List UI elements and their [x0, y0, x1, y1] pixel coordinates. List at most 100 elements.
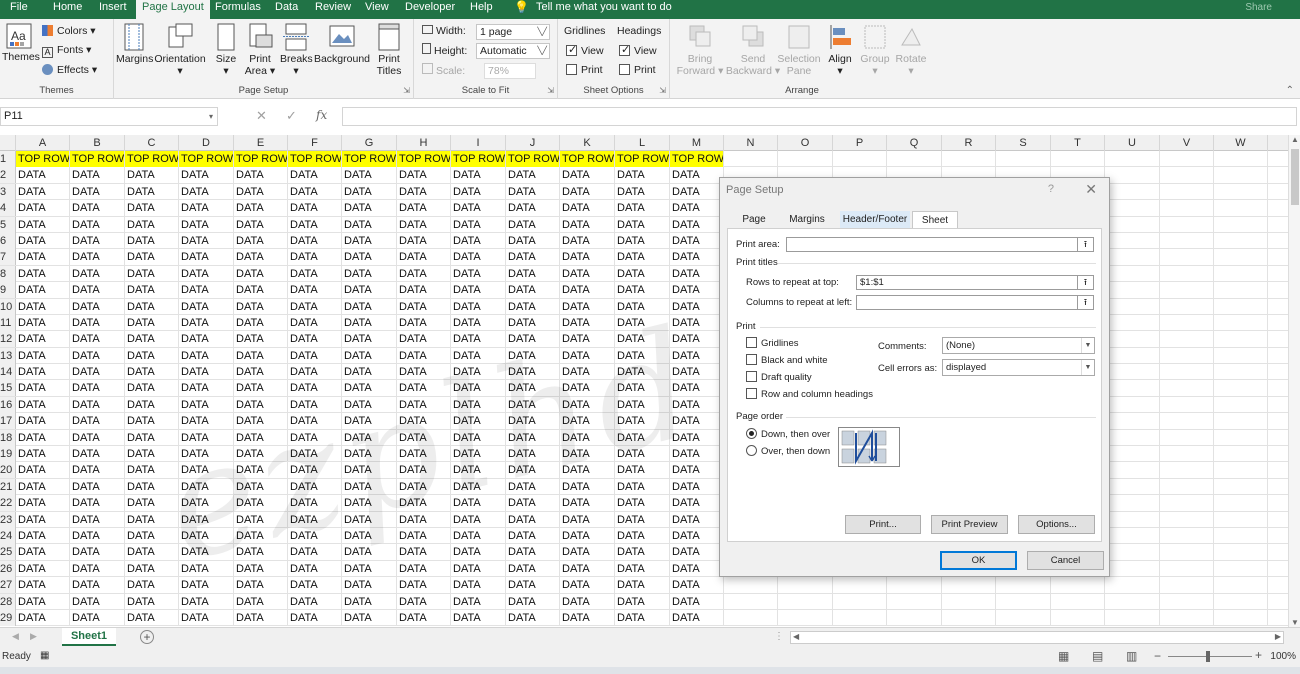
- cell[interactable]: [1214, 478, 1268, 495]
- cell[interactable]: [1160, 593, 1214, 610]
- cell[interactable]: DATA: [506, 216, 560, 233]
- cell[interactable]: DATA: [179, 183, 234, 200]
- cell[interactable]: DATA: [560, 511, 615, 528]
- cell[interactable]: DATA: [506, 200, 560, 217]
- cell[interactable]: DATA: [16, 265, 70, 282]
- cell[interactable]: DATA: [16, 511, 70, 528]
- column-header-l[interactable]: L: [615, 135, 670, 151]
- cell[interactable]: DATA: [451, 265, 506, 282]
- cell[interactable]: DATA: [560, 183, 615, 200]
- cell[interactable]: DATA: [16, 462, 70, 479]
- cell[interactable]: DATA: [615, 429, 670, 446]
- cell[interactable]: DATA: [16, 593, 70, 610]
- cell[interactable]: DATA: [506, 429, 560, 446]
- cell[interactable]: DATA: [670, 413, 724, 430]
- cell[interactable]: DATA: [670, 364, 724, 381]
- cell[interactable]: TOP ROW: [342, 151, 397, 167]
- fonts-button[interactable]: A Fonts ▾: [42, 43, 91, 58]
- cell[interactable]: DATA: [342, 527, 397, 544]
- tab-formulas[interactable]: Formulas: [215, 0, 261, 19]
- cell[interactable]: DATA: [179, 167, 234, 184]
- cell[interactable]: [1160, 446, 1214, 463]
- cell[interactable]: DATA: [179, 380, 234, 397]
- cell[interactable]: [1105, 298, 1160, 315]
- column-header-j[interactable]: J: [506, 135, 560, 151]
- cell[interactable]: DATA: [670, 527, 724, 544]
- cell[interactable]: DATA: [288, 347, 342, 364]
- headings-print-checkbox[interactable]: Print: [619, 63, 656, 77]
- cell[interactable]: [1105, 413, 1160, 430]
- cell[interactable]: DATA: [179, 364, 234, 381]
- cols-repeat-collapse-icon[interactable]: ⭱: [1077, 295, 1094, 310]
- cell[interactable]: [833, 151, 887, 167]
- cell[interactable]: DATA: [342, 544, 397, 561]
- print-area-collapse-icon[interactable]: ⭱: [1077, 237, 1094, 252]
- cell[interactable]: [1160, 511, 1214, 528]
- cell[interactable]: DATA: [506, 380, 560, 397]
- cell[interactable]: [1160, 364, 1214, 381]
- cell[interactable]: [1214, 560, 1268, 577]
- cell[interactable]: DATA: [342, 265, 397, 282]
- column-header-h[interactable]: H: [397, 135, 451, 151]
- cell[interactable]: DATA: [125, 527, 179, 544]
- cell[interactable]: DATA: [451, 478, 506, 495]
- cell[interactable]: DATA: [125, 560, 179, 577]
- cell[interactable]: DATA: [179, 544, 234, 561]
- column-header-f[interactable]: F: [288, 135, 342, 151]
- cell[interactable]: DATA: [506, 331, 560, 348]
- bring-forward-button[interactable]: Bring Forward ▾: [674, 23, 726, 77]
- cell[interactable]: DATA: [451, 364, 506, 381]
- row-header[interactable]: 26: [0, 560, 16, 577]
- cell[interactable]: [1160, 232, 1214, 249]
- cell[interactable]: DATA: [70, 396, 125, 413]
- cell[interactable]: DATA: [125, 216, 179, 233]
- cell[interactable]: DATA: [342, 609, 397, 626]
- cell[interactable]: [1105, 495, 1160, 512]
- scroll-down-icon[interactable]: ▼: [1291, 618, 1299, 627]
- cell[interactable]: DATA: [16, 216, 70, 233]
- cell[interactable]: DATA: [288, 429, 342, 446]
- headings-view-checkbox[interactable]: View: [619, 43, 657, 58]
- cell[interactable]: DATA: [560, 298, 615, 315]
- cell[interactable]: [942, 151, 996, 167]
- cell[interactable]: DATA: [125, 446, 179, 463]
- cell[interactable]: DATA: [397, 429, 451, 446]
- cell[interactable]: DATA: [288, 282, 342, 299]
- cell[interactable]: [833, 609, 887, 626]
- cell[interactable]: DATA: [506, 527, 560, 544]
- cell[interactable]: DATA: [397, 167, 451, 184]
- cell[interactable]: DATA: [615, 298, 670, 315]
- cell[interactable]: [1105, 478, 1160, 495]
- cell[interactable]: DATA: [560, 380, 615, 397]
- cell[interactable]: DATA: [560, 593, 615, 610]
- collapse-ribbon-icon[interactable]: ⌃: [1286, 85, 1294, 96]
- row-header[interactable]: 11: [0, 314, 16, 331]
- cell[interactable]: DATA: [670, 314, 724, 331]
- column-header-w[interactable]: W: [1214, 135, 1268, 151]
- tab-header-footer[interactable]: Header/Footer: [840, 211, 910, 229]
- cell[interactable]: DATA: [342, 413, 397, 430]
- cell[interactable]: DATA: [506, 560, 560, 577]
- cell[interactable]: [1160, 347, 1214, 364]
- cell[interactable]: DATA: [179, 331, 234, 348]
- page-layout-view-icon[interactable]: ▤: [1092, 649, 1103, 663]
- cell[interactable]: DATA: [70, 249, 125, 266]
- cell[interactable]: [887, 593, 942, 610]
- cell[interactable]: DATA: [288, 396, 342, 413]
- cell[interactable]: DATA: [560, 544, 615, 561]
- tab-home[interactable]: Home: [53, 0, 82, 19]
- row-header[interactable]: 8: [0, 265, 16, 282]
- cell[interactable]: [1160, 429, 1214, 446]
- cell[interactable]: DATA: [342, 364, 397, 381]
- cell[interactable]: DATA: [342, 511, 397, 528]
- sheet-tab-sheet1[interactable]: Sheet1: [62, 628, 116, 646]
- cell[interactable]: DATA: [125, 577, 179, 594]
- height-select[interactable]: Automatic ╲╱: [476, 43, 550, 59]
- size-button[interactable]: Size ▾: [212, 23, 240, 77]
- row-header[interactable]: 25: [0, 544, 16, 561]
- cell[interactable]: DATA: [615, 282, 670, 299]
- cell[interactable]: [1214, 364, 1268, 381]
- rows-repeat-collapse-icon[interactable]: ⭱: [1077, 275, 1094, 290]
- column-header-c[interactable]: C: [125, 135, 179, 151]
- cell[interactable]: [1105, 183, 1160, 200]
